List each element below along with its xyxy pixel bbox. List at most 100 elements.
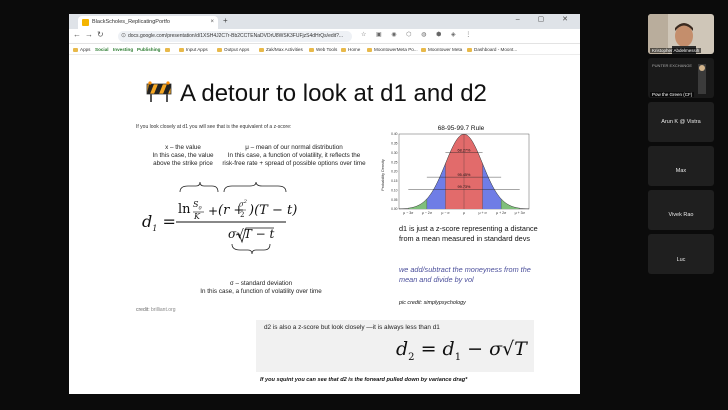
tab-title: BlackScholes_ReplicatingPortfo — [92, 19, 170, 25]
participant-name: Luc — [676, 257, 686, 263]
bookmark-zak-max[interactable]: Zak/Max Activities — [259, 44, 303, 55]
participant-tile-arun[interactable]: Arun K @ Vistra — [648, 102, 714, 142]
x-tick-label: μ − 3σ — [403, 211, 414, 215]
participant-name: Pow the Green (CF) — [650, 92, 695, 97]
d2-explanation: d2 is also a z-score but look closely —i… — [264, 324, 440, 331]
participant-tile-pow[interactable]: PUNTER EXCHANGE Pow the Green (CF) — [648, 58, 714, 98]
site-info-icon[interactable]: ⊙ — [121, 31, 126, 42]
slide-title: A detour to look at d1 and d2 — [146, 80, 487, 108]
dashboard-icon — [467, 47, 472, 52]
bookmark-web-tools[interactable]: Web Tools — [309, 44, 337, 55]
svg-text:PUNTER EXCHANGE: PUNTER EXCHANGE — [652, 63, 692, 68]
chart-title: 68-95-99.7 Rule — [438, 125, 485, 132]
time-text: )(T − t) — [249, 203, 298, 218]
construction-barrier-icon — [146, 81, 172, 102]
y-tick-label: 0.25 — [391, 160, 398, 164]
participant-name: Vivek Rao — [668, 212, 694, 218]
mu-brace — [223, 181, 287, 193]
k-text: K — [194, 212, 200, 221]
moontower-icon — [421, 47, 426, 52]
bookmarks-bar: Apps Social Investing Publishing Input A… — [69, 44, 580, 55]
x-tick-label: μ — [463, 211, 465, 215]
y-tick-label: 0.10 — [391, 188, 398, 192]
participant-name: Arun K @ Vistra — [661, 119, 701, 125]
y-tick-label: 0.05 — [391, 198, 398, 202]
reload-icon[interactable]: ↻ — [97, 30, 104, 39]
d2-equation: d2 = d1 − σ√T — [396, 338, 527, 363]
tab-bar: BlackScholes_ReplicatingPortfo × + – ▢ ✕ — [69, 14, 580, 29]
moneyness-note: we add/subtract the moneyness from the m… — [399, 265, 531, 284]
variance-drag-note: If you squint you can see that d2 is the… — [260, 377, 468, 383]
apps-grid-icon — [73, 47, 78, 52]
bookmark-apps[interactable]: Apps — [73, 44, 90, 55]
y-tick-label: 0.00 — [391, 207, 398, 211]
x-tick-label: μ − σ — [441, 211, 450, 215]
y-tick-label: 0.35 — [391, 142, 398, 146]
ln-text: ln — [178, 202, 191, 217]
credit-link[interactable]: brilliant.org — [151, 307, 175, 313]
folder-icon — [309, 47, 314, 52]
x-tick-label: μ + σ — [478, 211, 487, 215]
normal-distribution-chart: 68-95-99.7 Rule Probability Density 0.40… — [381, 125, 530, 215]
denominator-text: σ√T − t — [228, 227, 275, 241]
folder-icon — [217, 47, 222, 52]
y-tick-label: 0.40 — [391, 132, 398, 136]
bookmark-investing[interactable]: Investing — [113, 44, 133, 55]
sigma2-text: σ2 — [239, 199, 247, 209]
window-controls[interactable]: – ▢ ✕ — [516, 15, 576, 23]
extension-icons[interactable]: ☆ ▣ ◉ ⬡ ◍ ⬢ ◈ ⋮ — [361, 31, 475, 38]
bookmark-home[interactable]: Home — [341, 44, 360, 55]
browser-tab[interactable]: BlackScholes_ReplicatingPortfo × — [78, 16, 218, 29]
home-icon — [341, 47, 346, 52]
s0-text: S0 — [193, 200, 202, 212]
bookmark-moontower-meta[interactable]: Moontower Meta — [421, 44, 462, 55]
sigma-lines — [408, 134, 520, 209]
bookmark-social[interactable]: Social — [95, 44, 109, 55]
two-text: 2 — [240, 211, 245, 219]
participant-tile-luc[interactable]: Luc — [648, 234, 714, 274]
new-tab-button[interactable]: + — [223, 16, 228, 25]
url-field[interactable]: ⊙ docs.google.com/presentation/d/1XSH4J2… — [118, 31, 352, 42]
x-ticks: μ − 3σ μ − 2σ μ − σ μ μ + σ μ + 2σ μ + 3σ — [403, 211, 525, 215]
screen: BlackScholes_ReplicatingPortfo × + – ▢ ✕… — [0, 0, 728, 410]
participant-name: Kristopher Abdelmessih — [650, 48, 702, 53]
zscore-caption: If you look closely at d1 you will see t… — [136, 124, 292, 130]
close-tab-icon[interactable]: × — [210, 16, 214, 29]
participant-tile-kristopher[interactable]: Kristopher Abdelmessih — [648, 14, 714, 54]
y-tick-label: 0.30 — [391, 151, 398, 155]
percent-label: 95.45% — [458, 173, 472, 177]
bookmark-dashboard[interactable]: Dashboard - Moont... — [467, 44, 517, 55]
sigma-brace — [231, 243, 271, 255]
back-icon[interactable]: ← — [73, 30, 81, 39]
url-text: docs.google.com/presentation/d/1XSH4J2C7… — [128, 33, 344, 39]
slides-favicon-icon — [82, 19, 89, 26]
grid-icon — [165, 47, 170, 52]
folder-icon — [259, 47, 264, 52]
plus-text: + — [208, 204, 219, 218]
pic-credit: pic credit: simplypsychology — [399, 300, 466, 306]
percent-label: 68.27% — [458, 149, 472, 153]
folder-icon — [179, 47, 184, 52]
bookmark-moontowermeta-po[interactable]: MoontowerMeta Po... — [367, 44, 418, 55]
x-tick-label: μ + 2σ — [496, 211, 507, 215]
bookmark-input-apps[interactable]: Input Apps — [179, 44, 208, 55]
percent-label: 99.73% — [458, 185, 472, 189]
chart-ylabel: Probability Density — [381, 159, 385, 191]
participant-name: Max — [675, 168, 687, 174]
address-bar-row: ← → ↻ ⊙ docs.google.com/presentation/d/1… — [69, 29, 580, 44]
d1-formula-figure: x – the value In this case, the value ab… — [136, 134, 366, 302]
participant-tile-vivek[interactable]: Vivek Rao — [648, 190, 714, 230]
d1-lhs: d1 = — [142, 212, 176, 234]
bookmark-output-apps[interactable]: Output Apps — [217, 44, 249, 55]
y-tick-label: 0.20 — [391, 170, 398, 174]
credit-line: credit: brilliant.org — [136, 307, 176, 313]
bookmark-publishing[interactable]: Publishing — [137, 44, 160, 55]
bookmark-grid[interactable] — [165, 44, 172, 55]
d1-explanation: d1 is just a z-score representing a dist… — [399, 224, 538, 243]
x-tick-label: μ − 2σ — [422, 211, 433, 215]
y-tick-label: 0.15 — [391, 179, 398, 183]
sigma-annotation: σ – standard deviation In this case, a f… — [200, 280, 322, 295]
participant-tile-max[interactable]: Max — [648, 146, 714, 186]
forward-icon[interactable]: → — [85, 30, 93, 39]
slide-title-text: A detour to look at d1 and d2 — [180, 80, 487, 107]
